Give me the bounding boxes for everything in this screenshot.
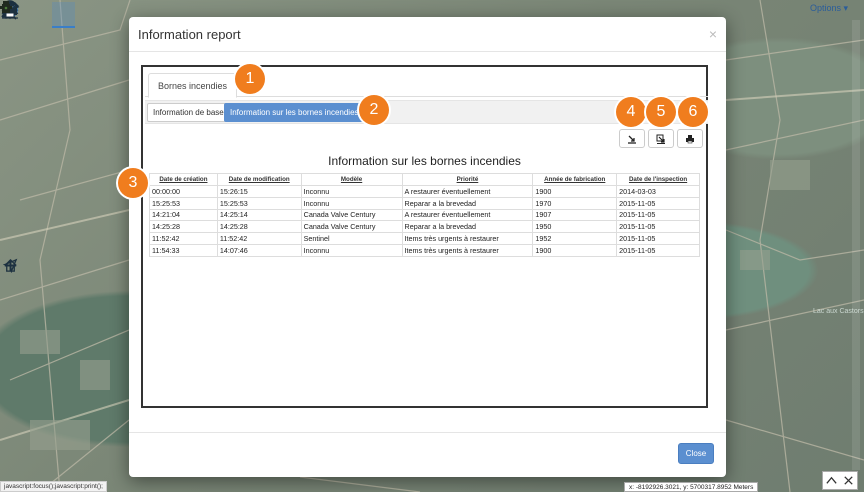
table-cell: 14:25:28 [149, 220, 218, 234]
tools-tool[interactable] [2, 1, 123, 28]
table-cell: 11:52:42 [216, 232, 302, 245]
map-nav-controls [3, 258, 21, 336]
table-row: 15:25:53 15:25:53 Inconnu Reparar a la b… [149, 196, 700, 210]
measure-tool[interactable] [2, 2, 75, 28]
column-header[interactable]: Date de l'inspection [616, 173, 700, 186]
table-cell: 2015-11-05 [616, 220, 700, 234]
tab-bar: Bornes incendies [145, 71, 708, 98]
table-cell: 15:25:53 [216, 196, 302, 210]
table-cell: 2015-11-05 [616, 232, 700, 245]
callout-badge: 3 [118, 168, 148, 198]
modal-header: Information report [129, 17, 726, 52]
close-button[interactable]: Close [678, 443, 714, 464]
modal-footer: Close [129, 432, 726, 477]
printer-icon [686, 134, 694, 143]
table-row: 11:54:33 14:07:46 Inconnu Items très urg… [149, 243, 700, 257]
fire-hydrant-icon[interactable] [0, 0, 12, 14]
modal-title: Information report [138, 26, 241, 42]
subtab-basic-info[interactable]: Information de base [147, 103, 230, 122]
table-cell: 15:26:15 [216, 185, 302, 198]
close-icon[interactable] [842, 474, 855, 487]
column-header[interactable]: Date de création [149, 173, 218, 186]
subtab-hydrant-info[interactable]: Information sur les bornes incendies [224, 103, 365, 122]
table-cell: Sentinel [300, 232, 403, 245]
table-row: 00:00:00 15:26:15 Inconnu A restaurer év… [149, 185, 700, 198]
table-cell: 00:00:00 [149, 185, 218, 198]
table-cell: Inconnu [300, 196, 403, 210]
table-cell: Inconnu [300, 243, 403, 257]
table-cell: Reparar a la brevedad [401, 220, 534, 234]
table-cell: 1900 [532, 243, 618, 257]
table-cell: 1970 [532, 196, 618, 210]
report-title: Information sur les bornes incendies [328, 154, 521, 168]
information-report-modal: Information report × Bornes incendies In… [129, 17, 726, 477]
table-cell: 1952 [532, 232, 618, 245]
table-row: 11:52:42 11:52:42 Sentinel Items très ur… [149, 232, 700, 245]
column-header[interactable]: Date de modification [216, 173, 302, 186]
table-cell: Items très urgents à restaurer [401, 232, 534, 245]
table-cell: 11:52:42 [149, 232, 218, 245]
column-header[interactable]: Modèle [300, 173, 403, 186]
table-header-row: Date de création Date de modification Mo… [149, 173, 700, 186]
table-row: 14:25:28 14:25:28 Canada Valve Century R… [149, 220, 700, 234]
export-excel-icon [656, 134, 665, 144]
table-row: 14:21:04 14:25:14 Canada Valve Century A… [149, 208, 700, 222]
callout-badge: 6 [678, 97, 708, 127]
export-excel-button[interactable] [648, 129, 674, 148]
ruler-tool[interactable] [2, 2, 99, 28]
map-corner-controls [822, 471, 858, 490]
table-cell: 15:25:53 [149, 196, 218, 210]
export-button[interactable] [619, 129, 645, 148]
table-cell: 14:25:14 [216, 208, 302, 222]
table-cell: 2015-11-05 [616, 243, 700, 257]
status-link-text: javascript:focus();javascript:print(); [0, 481, 107, 492]
tab-bornes-incendies[interactable]: Bornes incendies [148, 73, 238, 98]
column-header[interactable]: Année de fabrication [532, 173, 618, 186]
options-label: Options [809, 3, 841, 13]
table-cell: 14:07:46 [216, 243, 302, 257]
options-menu[interactable]: Options ▾ [810, 3, 848, 14]
close-icon[interactable]: × [709, 26, 717, 42]
zoom-tool[interactable] [1, 2, 50, 28]
zoom-out-button[interactable] [3, 264, 21, 336]
zoom-in-button[interactable] [3, 259, 21, 316]
export-icon [628, 135, 636, 144]
table-cell: A restaurer éventuellement [401, 208, 534, 222]
column-header[interactable]: Priorité [401, 173, 534, 186]
table-cell: 1907 [532, 208, 618, 222]
callout-badge: 1 [235, 64, 265, 94]
table-cell: Canada Valve Century [300, 208, 403, 222]
print-report-button[interactable] [677, 129, 703, 148]
table-cell: Items très urgents à restaurer [401, 243, 534, 257]
table-cell: 14:25:28 [216, 220, 302, 234]
table-cell: 2015-11-05 [616, 208, 700, 222]
table-cell: Canada Valve Century [300, 220, 403, 234]
table-cell: 1950 [532, 220, 618, 234]
callout-badge: 5 [646, 97, 676, 127]
table-cell: 14:21:04 [149, 208, 218, 222]
minus-icon [4, 264, 17, 267]
hydrant-table: Date de création Date de modification Mo… [149, 173, 700, 257]
coordinate-readout: x: -8192926.3021, y: 5700317.8952 Meters [624, 482, 759, 492]
table-cell: Reparar a la brevedad [401, 196, 534, 210]
table-cell: 2015-11-05 [616, 196, 700, 210]
callout-badge: 2 [359, 95, 389, 125]
map-side-scroll [852, 20, 860, 470]
callout-badge: 4 [616, 97, 646, 127]
table-cell: Inconnu [300, 185, 403, 198]
locate-button[interactable] [3, 258, 21, 296]
chevron-up-icon[interactable] [825, 474, 838, 487]
table-cell: 1900 [532, 185, 618, 198]
table-cell: A restaurer éventuellement [401, 185, 534, 198]
table-cell: 11:54:33 [149, 243, 218, 257]
table-cell: 2014-03-03 [616, 185, 700, 198]
